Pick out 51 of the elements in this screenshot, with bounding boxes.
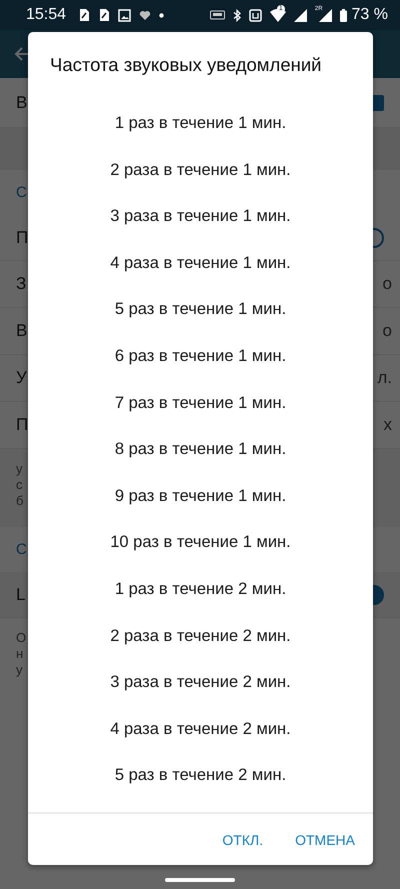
setting-value: х	[384, 415, 392, 435]
description-text: с	[16, 477, 24, 493]
image-icon	[118, 8, 132, 22]
frequency-option[interactable]: 1 раз в течение 2 мин.	[114, 566, 286, 613]
frequency-option[interactable]: 1 раз в течение 1 мин.	[114, 100, 286, 147]
clock-time: 15:54	[26, 6, 66, 24]
description-text: О	[16, 630, 26, 646]
bluetooth-icon	[232, 8, 241, 22]
setting-value: л.	[377, 368, 392, 388]
frequency-option[interactable]: 3 раза в течение 1 мин.	[110, 193, 291, 240]
setting-label: В	[16, 321, 26, 341]
frequency-option[interactable]: 3 раза в течение 2 мин.	[110, 659, 291, 706]
signal-icon	[318, 8, 332, 22]
signal-icon	[294, 8, 307, 22]
document-icon	[98, 8, 110, 22]
frequency-option[interactable]: 8 раз в течение 1 мин.	[114, 426, 286, 473]
battery-percent: 73 %	[352, 6, 388, 24]
setting-label: П	[16, 415, 26, 435]
auto-icon	[210, 10, 225, 20]
dialog-title: Частота звуковых уведомлений	[49, 53, 322, 77]
setting-label: В	[16, 92, 26, 112]
setting-label: L	[16, 584, 26, 604]
dot-icon	[159, 12, 164, 18]
frequency-option[interactable]: 5 раз в течение 2 мин.	[114, 752, 286, 799]
frequency-option[interactable]: 6 раз в течение 1 мин.	[114, 332, 286, 380]
document-icon	[78, 8, 90, 22]
nfc-icon	[248, 8, 262, 22]
heart-icon	[139, 10, 152, 20]
setting-value: о	[382, 321, 392, 341]
off-button[interactable]: ОТКЛ.	[212, 824, 274, 856]
setting-label: П	[16, 228, 26, 248]
frequency-option[interactable]: 2 раза в течение 1 мин.	[110, 146, 291, 194]
cancel-button[interactable]: ОТМЕНА	[285, 824, 365, 856]
frequency-option[interactable]: 7 раз в течение 1 мин.	[114, 380, 286, 426]
setting-label: У	[16, 368, 26, 388]
setting-label: З	[16, 274, 26, 294]
description-text: н	[16, 646, 24, 662]
section-header: С	[16, 541, 27, 558]
frequency-option[interactable]: 9 раз в течение 1 мин.	[114, 472, 286, 520]
frequency-option[interactable]: 10 раз в течение 1 мин.	[110, 519, 291, 566]
frequency-option[interactable]: 5 раз в течение 1 мин.	[114, 286, 286, 333]
section-header: С	[16, 184, 27, 201]
description-text: б	[16, 493, 24, 509]
description-text: у	[16, 461, 24, 477]
battery-icon	[340, 8, 347, 22]
back-arrow-icon[interactable]	[14, 46, 30, 62]
frequency-option[interactable]: 4 раза в течение 1 мин.	[110, 240, 291, 286]
description-text: у	[16, 662, 24, 678]
frequency-option[interactable]: 4 раза в течение 2 мин.	[110, 706, 291, 752]
frequency-option[interactable]: 2 раза в течение 2 мин.	[110, 612, 291, 660]
setting-value: о	[382, 274, 392, 294]
